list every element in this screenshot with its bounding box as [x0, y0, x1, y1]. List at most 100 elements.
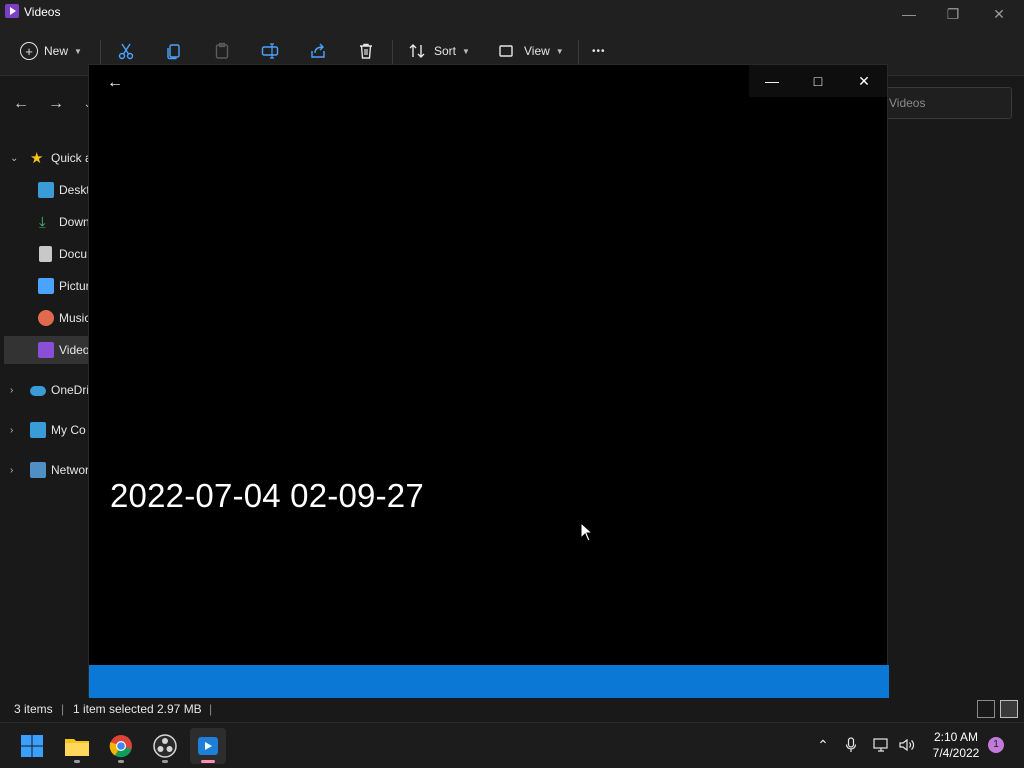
network-icon — [30, 462, 46, 478]
sidebar-item-desktop[interactable]: Deskt — [0, 176, 100, 204]
sidebar-item-label: Music — [59, 311, 91, 325]
chrome-icon — [109, 735, 132, 758]
new-label: New — [44, 44, 69, 58]
computer-icon — [30, 422, 46, 438]
chevron-right-icon: › — [10, 424, 14, 436]
sort-button[interactable]: Sort ▼ — [408, 38, 470, 64]
cut-button[interactable] — [117, 38, 135, 64]
videos-folder-icon — [5, 4, 19, 18]
volume-icon[interactable] — [897, 735, 917, 755]
rename-icon — [261, 43, 279, 59]
cloud-icon — [30, 386, 46, 396]
large-icons-view-icon[interactable] — [1000, 700, 1018, 718]
sidebar-item-label: Deskt — [59, 183, 90, 197]
sidebar-item-music[interactable]: Music — [0, 304, 100, 332]
video-title: 2022-07-04 02-09-27 — [110, 477, 424, 514]
restore-button[interactable]: ❐ — [930, 0, 976, 28]
search-input[interactable]: Videos — [880, 87, 1012, 119]
desktop-icon — [38, 182, 54, 198]
share-button[interactable] — [309, 38, 327, 64]
chevron-down-icon: ▼ — [74, 46, 82, 56]
new-button[interactable]: + New ▼ — [20, 38, 82, 64]
sidebar-item-label: Pictur — [59, 279, 90, 293]
music-icon — [38, 310, 54, 326]
more-options-icon: ••• — [592, 45, 606, 57]
player-controls-bar[interactable] — [89, 665, 889, 698]
toolbar-divider — [100, 40, 101, 64]
obs-icon — [153, 734, 177, 758]
view-icon — [499, 45, 513, 57]
trash-icon — [360, 43, 372, 59]
view-button[interactable]: View ▼ — [498, 38, 564, 64]
start-button[interactable] — [14, 728, 50, 764]
taskbar-media-player[interactable] — [190, 728, 226, 764]
chevron-right-icon: › — [10, 384, 14, 396]
back-arrow-icon[interactable]: ← — [11, 94, 31, 114]
pictures-icon — [38, 278, 54, 294]
back-arrow-icon[interactable]: ← — [103, 71, 127, 95]
sidebar-item-pictures[interactable]: Pictur — [0, 272, 100, 300]
plus-circle-icon: + — [20, 42, 38, 60]
sort-label: Sort — [434, 44, 457, 58]
status-divider: | — [61, 702, 65, 716]
search-placeholder: Videos — [889, 96, 926, 110]
item-count: 3 items — [14, 702, 53, 716]
taskbar-chrome[interactable] — [103, 728, 139, 764]
share-icon — [311, 43, 325, 58]
sidebar-item-label: My Co — [51, 423, 86, 437]
sidebar-item-videos[interactable]: Video — [4, 336, 100, 364]
clock-time: 2:10 AM — [933, 730, 979, 744]
clock-date: 7/4/2022 — [932, 746, 980, 760]
sidebar-item-label: Quick a — [51, 151, 92, 165]
window-title: Videos — [24, 5, 61, 19]
folder-icon — [65, 739, 89, 756]
delete-button[interactable] — [357, 38, 375, 64]
show-hidden-icons-chevron-icon[interactable]: ⌃ — [813, 735, 833, 755]
clock[interactable]: 2:10 AM 7/4/2022 — [926, 729, 986, 761]
forward-arrow-icon[interactable]: → — [46, 94, 66, 114]
notification-badge[interactable]: 1 — [988, 737, 1004, 753]
download-icon: ⤓ — [39, 213, 46, 231]
sidebar-item-label: Docu — [59, 247, 88, 261]
taskbar: ⌃ 2:10 AM 7/4/2022 1 — [0, 722, 1024, 768]
taskbar-file-explorer[interactable] — [59, 728, 95, 764]
maximize-button[interactable]: □ — [795, 65, 841, 97]
sidebar-item-downloads[interactable]: ⤓ Down — [0, 208, 100, 236]
paste-button[interactable] — [213, 38, 231, 64]
running-indicator — [118, 760, 124, 763]
selection-size: 2.97 MB — [157, 702, 202, 716]
sidebar-item-onedrive[interactable]: › OneDri — [0, 376, 100, 404]
running-indicator — [162, 760, 168, 763]
chevron-right-icon: › — [10, 464, 14, 476]
rename-button[interactable] — [261, 38, 279, 64]
sidebar-item-label: OneDri — [51, 383, 90, 397]
running-indicator — [74, 760, 80, 763]
network-icon[interactable] — [872, 735, 892, 755]
more-options-button[interactable]: ••• — [592, 38, 606, 64]
taskbar-obs[interactable] — [147, 728, 183, 764]
sidebar-item-label: Down — [59, 215, 90, 229]
clipboard-icon — [215, 42, 229, 59]
sidebar-item-quick-access[interactable]: ⌄ ★ Quick a — [0, 144, 100, 172]
copy-icon — [167, 44, 180, 60]
selection-count: 1 item selected — [73, 702, 154, 716]
star-icon: ★ — [30, 150, 44, 167]
details-view-icon[interactable] — [977, 700, 995, 718]
sidebar-item-network[interactable]: › Networ — [0, 456, 100, 484]
sidebar-item-label: Video — [59, 343, 90, 357]
sidebar-item-documents[interactable]: Docu — [0, 240, 100, 268]
scissors-icon — [118, 43, 134, 60]
sidebar-item-label: Networ — [51, 463, 90, 477]
copy-button[interactable] — [165, 38, 183, 64]
close-button[interactable]: ✕ — [841, 65, 887, 97]
chevron-down-icon: ⌄ — [10, 152, 19, 164]
sidebar-item-my-computer[interactable]: › My Co — [0, 416, 100, 444]
minimize-button[interactable]: — — [749, 65, 795, 97]
minimize-button[interactable]: — — [886, 0, 932, 28]
sort-icon — [409, 44, 425, 58]
explorer-titlebar: Videos — ❐ ✕ — [0, 0, 1024, 28]
status-divider: | — [209, 702, 213, 716]
close-button[interactable]: ✕ — [976, 0, 1022, 28]
videos-icon — [38, 342, 54, 358]
microphone-icon[interactable] — [841, 735, 861, 755]
